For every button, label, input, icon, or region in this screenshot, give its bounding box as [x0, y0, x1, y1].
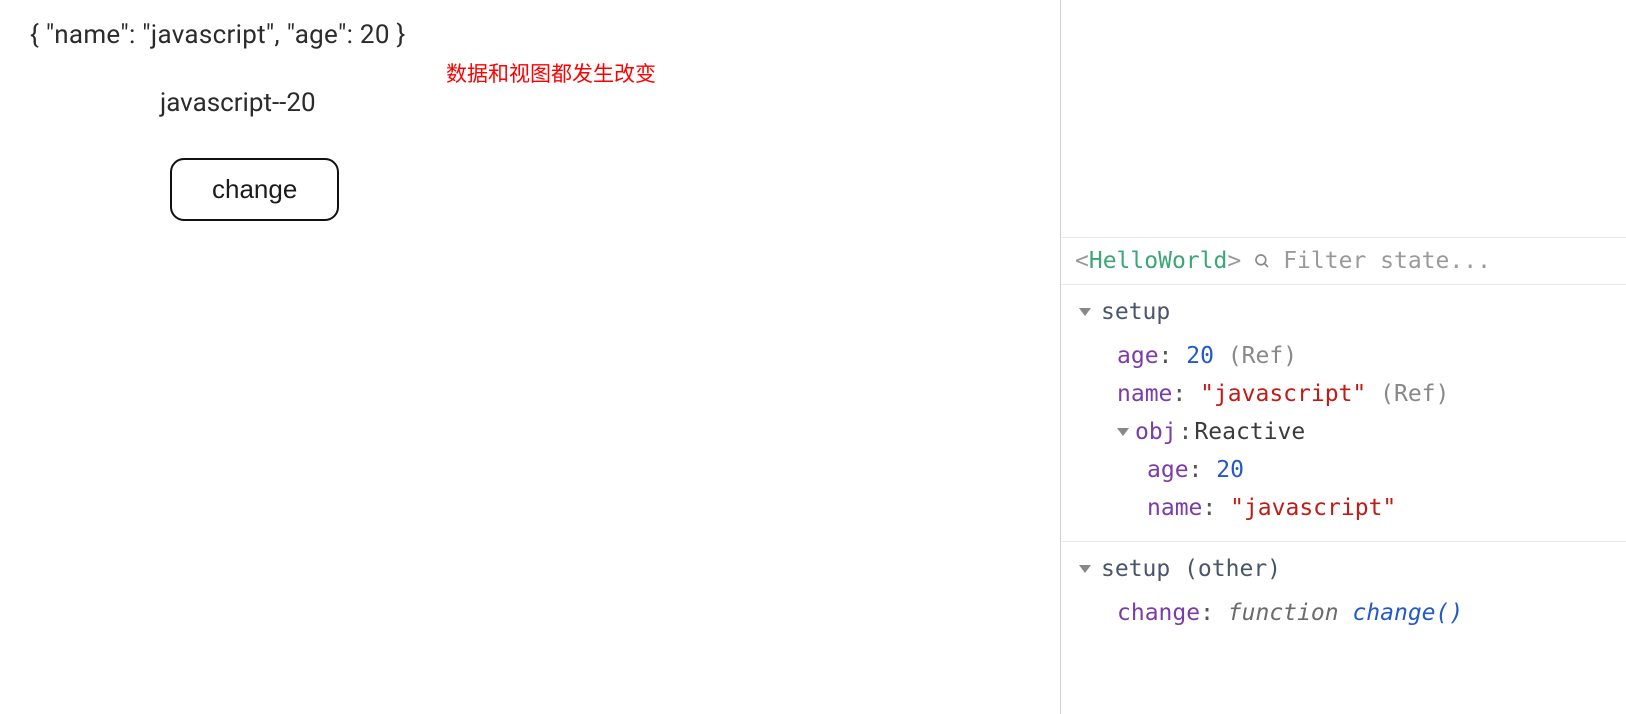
json-output-text: { "name": "javascript", "age": 20 } [30, 20, 1030, 50]
section-title-text: setup [1101, 299, 1170, 325]
bound-value-text: javascript--20 [160, 88, 1030, 118]
chevron-down-icon [1079, 565, 1091, 573]
prop-age[interactable]: age: 20 (Ref) [1079, 337, 1616, 375]
search-icon [1253, 252, 1271, 270]
setup-section-header[interactable]: setup [1079, 299, 1616, 325]
section-title-text: setup (other) [1101, 556, 1281, 582]
setup-other-section: setup (other) change: function change() [1061, 542, 1626, 646]
filter-state-input[interactable] [1283, 248, 1612, 274]
chevron-down-icon [1117, 428, 1129, 436]
selected-component-tag: <HelloWorld> [1075, 248, 1241, 274]
annotation-text: 数据和视图都发生改变 [446, 58, 656, 88]
change-button[interactable]: change [170, 158, 339, 221]
prop-obj-age[interactable]: age: 20 [1079, 451, 1616, 489]
prop-obj-name[interactable]: name: "javascript" [1079, 489, 1616, 527]
chevron-down-icon [1079, 308, 1091, 316]
vue-devtools-panel: <HelloWorld> setup age: 20 (Ref) name: "… [1060, 0, 1626, 714]
setup-other-section-header[interactable]: setup (other) [1079, 556, 1616, 582]
devtools-empty-header [1061, 0, 1626, 238]
setup-section: setup age: 20 (Ref) name: "javascript" (… [1061, 285, 1626, 542]
prop-change-fn[interactable]: change: function change() [1079, 594, 1616, 632]
app-preview-pane: { "name": "javascript", "age": 20 } 数据和视… [0, 0, 1060, 714]
component-inspector-bar: <HelloWorld> [1061, 238, 1626, 285]
prop-name[interactable]: name: "javascript" (Ref) [1079, 375, 1616, 413]
prop-obj-header[interactable]: obj: Reactive [1079, 413, 1616, 451]
